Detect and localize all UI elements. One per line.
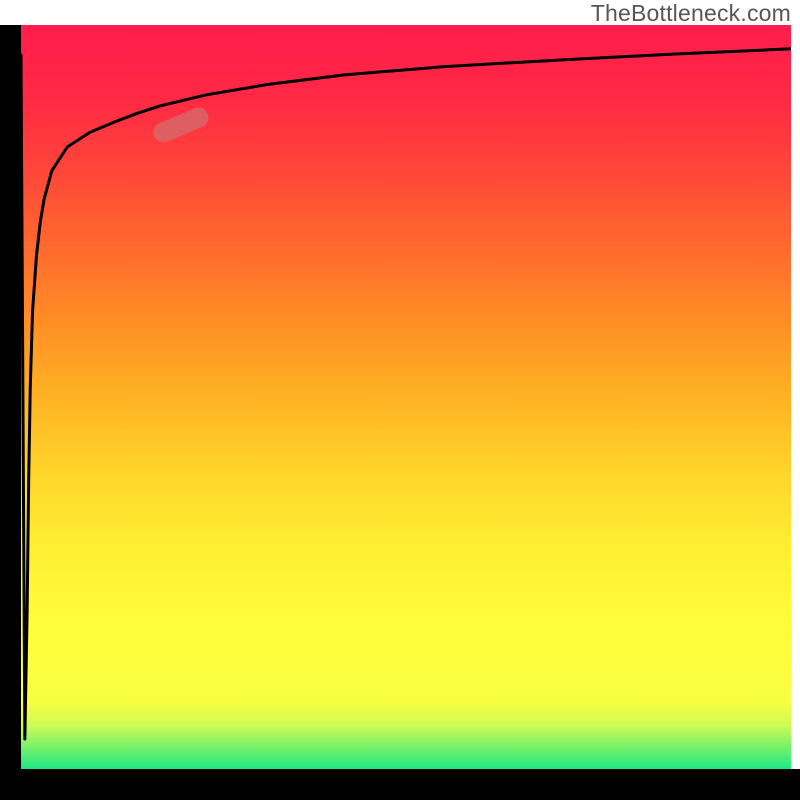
axis-x	[0, 769, 800, 800]
plot-gradient	[21, 25, 791, 769]
axis-y	[0, 25, 21, 800]
watermark-label: TheBottleneck.com	[591, 0, 791, 27]
chart-root: TheBottleneck.com	[0, 0, 800, 800]
